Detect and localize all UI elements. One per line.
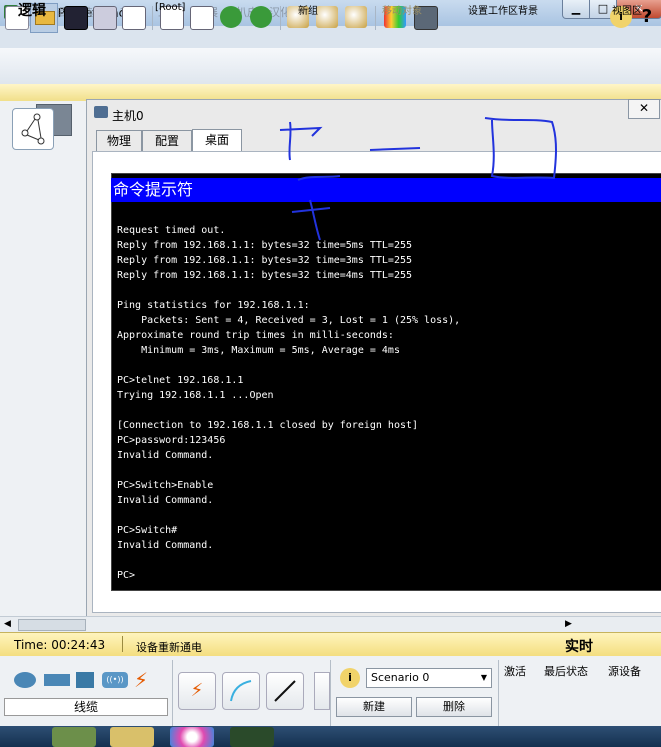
taskbar-app-icon[interactable] [52,727,96,747]
column-active[interactable]: 激活 [504,663,526,679]
minimize-button[interactable]: ▁ [562,0,590,19]
status-divider [122,636,123,652]
os-taskbar [0,726,661,747]
column-source-device[interactable]: 源设备 [608,663,641,679]
set-background-button[interactable]: 设置工作区背景 [468,2,538,17]
toolbar [0,48,661,85]
chevron-down-icon: ▼ [480,673,487,682]
crossover-cable-icon[interactable] [314,672,330,710]
paste-icon[interactable] [190,6,214,30]
root-label[interactable]: [Root] [155,2,185,13]
toolbar-separator [375,6,376,30]
status-message: 设备重新通电 [136,641,202,654]
scroll-left-arrow-icon[interactable]: ◀ [4,619,11,629]
scenario-select[interactable]: Scenario 0 ▼ [366,668,492,688]
connections-category-icon[interactable]: ⚡ [134,668,148,692]
move-object-button[interactable]: 移动对象 [382,2,422,17]
viewport-button[interactable]: 视图区 [612,2,642,17]
cable-category-label: 线缆 [4,698,168,716]
console-cable-icon[interactable] [222,672,260,710]
zoom-out-icon[interactable] [345,6,367,28]
auto-connect-cable-icon[interactable]: ⚡ [178,672,216,710]
tab-desktop[interactable]: 桌面 [192,129,242,152]
router-category-icon[interactable] [14,672,36,688]
horizontal-scrollbar[interactable] [0,616,661,633]
hub-category-icon[interactable] [76,672,94,688]
wireless-category-icon[interactable]: ((•)) [102,672,128,688]
realtime-mode-label[interactable]: 实时 [565,636,593,656]
scenario-info-icon[interactable]: i [340,668,360,688]
panel-divider [330,660,331,726]
simulation-time: Time: 00:24:43 [14,638,106,652]
pc-icon [94,106,108,118]
topology-graph-icon [21,113,45,145]
print-icon[interactable] [93,6,117,30]
panel-divider [498,660,499,726]
toolbar-separator [280,6,281,30]
scrollbar-thumb[interactable] [18,619,86,631]
delete-scenario-button[interactable]: 删除 [416,697,492,717]
network-topology-icon[interactable] [12,108,54,150]
panel-divider [172,660,173,726]
taskbar-packet-tracer-icon[interactable] [230,727,274,747]
redo-icon[interactable] [250,6,272,28]
command-prompt-title-text: 命令提示符 [113,180,194,199]
toolbar-separator [152,6,153,30]
new-cluster-button[interactable]: 新组 [298,2,318,17]
taskbar-folder-icon[interactable] [110,727,154,747]
host-close-button[interactable]: ✕ [628,99,660,119]
scenario-value: Scenario 0 [371,671,430,684]
scroll-right-arrow-icon[interactable]: ▶ [565,619,572,629]
workspace-canvas[interactable] [0,101,86,616]
undo-icon[interactable] [220,6,242,28]
terminal-output[interactable]: Request timed out. Reply from 192.168.1.… [117,223,460,583]
logical-mode-label[interactable]: 逻辑 [18,0,46,20]
host-window-title: 主机0 [112,109,144,123]
tab-config[interactable]: 配置 [142,130,192,151]
straight-through-cable-icon[interactable] [266,672,304,710]
new-scenario-button[interactable]: 新建 [336,697,412,717]
activity-wizard-icon[interactable] [122,6,146,30]
taskbar-browser-icon[interactable] [170,727,214,747]
tab-physical[interactable]: 物理 [96,130,142,151]
column-last-status[interactable]: 最后状态 [544,663,588,679]
zoom-reset-icon[interactable] [316,6,338,28]
handwritten-scribble [279,117,557,241]
save-icon[interactable] [64,6,88,30]
switch-category-icon[interactable] [44,674,70,686]
